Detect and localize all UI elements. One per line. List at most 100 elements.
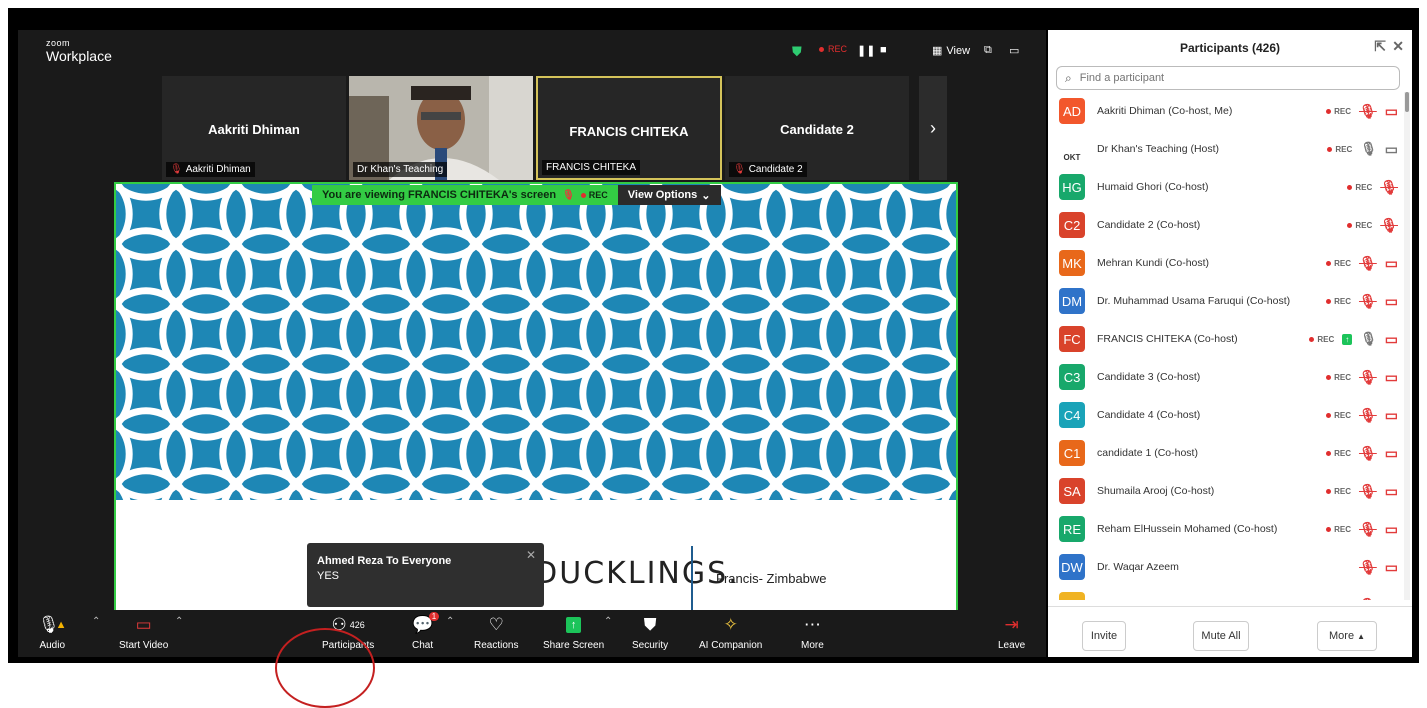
more-button[interactable]: ⋯ More bbox=[801, 614, 824, 651]
mic-muted-icon[interactable]: 🎙 bbox=[1359, 255, 1377, 272]
participant-row[interactable]: AD Aakriti Dhiman (Co-host, Me) REC 🎙 ▭ bbox=[1048, 92, 1404, 130]
participant-row[interactable]: DM Dr. Muhammad Usama Faruqui (Co-host) RE… bbox=[1048, 282, 1404, 320]
mute-all-button[interactable]: Mute All bbox=[1193, 621, 1249, 651]
avatar: SA bbox=[1059, 478, 1085, 504]
ai-companion-button[interactable]: ✧ AI Companion bbox=[699, 614, 762, 651]
participant-row[interactable]: RE Reham ElHussein Mohamed (Co-host) REC 🎙 ▭ bbox=[1048, 510, 1404, 548]
participant-row[interactable]: SA Shumaila Arooj (Co-host) REC 🎙 ▭ bbox=[1048, 472, 1404, 510]
participant-row[interactable]: C2 Candidate 2 (Co-host) REC 🎙 bbox=[1048, 206, 1404, 244]
next-page-chevron-icon[interactable]: › bbox=[919, 76, 947, 180]
mic-muted-icon[interactable]: 🎙 bbox=[1359, 369, 1377, 386]
search-icon: ⌕ bbox=[1065, 70, 1072, 85]
avatar: DM bbox=[1059, 288, 1085, 314]
reactions-button[interactable]: ♡ Reactions bbox=[474, 614, 518, 651]
chat-sender: Ahmed Reza To Everyone bbox=[317, 555, 452, 567]
slide-subtitle: Francis- Zimbabwe bbox=[716, 571, 827, 586]
participant-name: Dr. Waqar Azeem bbox=[1097, 561, 1179, 573]
meeting-toolbar: 🎙 ▲ Audio ⌃ ▭ Start Video ⌃ ⚇ 426 Participant… bbox=[18, 610, 1046, 657]
mic-muted-icon[interactable]: 🎙 bbox=[1359, 103, 1377, 120]
mic-icon[interactable]: 🎙 bbox=[1360, 331, 1377, 347]
camera-icon[interactable]: ▭ bbox=[1385, 141, 1398, 158]
camera-off-icon[interactable]: ▭ bbox=[1385, 407, 1398, 424]
mic-muted-icon[interactable]: 🎙 bbox=[1380, 217, 1398, 234]
video-thumbnail-dr-khan[interactable]: Dr Khan's Teaching bbox=[349, 76, 533, 180]
recording-indicator: REC bbox=[1326, 259, 1351, 268]
camera-off-icon[interactable]: ▭ bbox=[1385, 293, 1398, 310]
start-video-button[interactable]: ▭ Start Video bbox=[119, 614, 168, 651]
mic-muted-icon[interactable]: 🎙 bbox=[1359, 293, 1377, 310]
mic-muted-icon[interactable]: 🎙 bbox=[1359, 521, 1377, 538]
stop-recording-icon[interactable]: ■ bbox=[880, 44, 887, 56]
camera-off-icon[interactable]: ▭ bbox=[1385, 559, 1398, 576]
share-screen-button[interactable]: ↑ Share Screen bbox=[543, 614, 604, 651]
thumbnail-name-tag: 🎙 Candidate 2 bbox=[729, 162, 807, 177]
mic-muted-icon[interactable]: 🎙 bbox=[1359, 445, 1377, 462]
thumbnail-name-tag: FRANCIS CHITEKA bbox=[542, 160, 641, 175]
avatar: LH bbox=[1059, 592, 1085, 600]
participant-name: Shumaila Arooj (Co-host) bbox=[1097, 485, 1215, 497]
camera-off-icon[interactable]: ▭ bbox=[1385, 445, 1398, 462]
chat-options-caret[interactable]: ⌃ bbox=[446, 616, 454, 627]
participant-row[interactable]: HG Humaid Ghori (Co-host) REC 🎙 bbox=[1048, 168, 1404, 206]
chevron-down-icon: ⌄ bbox=[701, 189, 711, 202]
participant-row[interactable]: LHLorian Heinrich🎙▭ bbox=[1048, 586, 1404, 600]
camera-off-icon[interactable]: ▭ bbox=[1385, 255, 1398, 272]
mic-muted-icon: 🎙 bbox=[562, 189, 575, 201]
search-input[interactable] bbox=[1079, 72, 1370, 84]
participants-title: Participants (426) bbox=[1179, 41, 1281, 55]
camera-off-icon[interactable]: ▭ bbox=[1385, 103, 1398, 120]
participant-search[interactable]: ⌕ bbox=[1056, 66, 1400, 90]
close-icon[interactable]: ✕ bbox=[526, 548, 536, 562]
view-options-button[interactable]: View Options ⌄ bbox=[617, 185, 721, 205]
video-thumbnail-aakriti[interactable]: Aakriti Dhiman 🎙 Aakriti Dhiman bbox=[162, 76, 346, 180]
camera-off-icon[interactable]: ▭ bbox=[1385, 483, 1398, 500]
mic-muted-icon[interactable]: 🎙 bbox=[1359, 597, 1377, 601]
audio-button[interactable]: 🎙 ▲ Audio bbox=[38, 614, 66, 651]
chat-badge: 1 bbox=[428, 612, 440, 621]
leave-button[interactable]: ⇥ Leave bbox=[998, 614, 1025, 651]
participant-name: Aakriti Dhiman (Co-host, Me) bbox=[1097, 105, 1233, 117]
camera-off-icon[interactable]: ▭ bbox=[1385, 521, 1398, 538]
zoom-logo: zoom bbox=[46, 38, 71, 48]
participant-row[interactable]: DW Dr. Waqar Azeem 🎙 ▭ bbox=[1048, 548, 1404, 586]
video-thumbnail-candidate-2[interactable]: Candidate 2 🎙 Candidate 2 bbox=[725, 76, 909, 180]
pause-recording-icon[interactable]: ❚❚ bbox=[857, 44, 875, 57]
participant-row[interactable]: MK Mehran Kundi (Co-host) REC 🎙 ▭ bbox=[1048, 244, 1404, 282]
avatar: C1 bbox=[1059, 440, 1085, 466]
mic-muted-icon[interactable]: 🎙 bbox=[1380, 179, 1398, 196]
fullscreen-icon[interactable]: ▭ bbox=[1009, 44, 1019, 57]
share-options-caret[interactable]: ⌃ bbox=[604, 616, 612, 627]
audio-options-caret[interactable]: ⌃ bbox=[92, 616, 100, 627]
video-thumbnail-francis[interactable]: FRANCIS CHITEKA FRANCIS CHITEKA bbox=[536, 76, 722, 180]
view-button[interactable]: ▦ View bbox=[932, 44, 970, 58]
participant-status: REC 🎙 ▭ bbox=[1326, 445, 1398, 462]
security-button[interactable]: ⛊ Security bbox=[632, 614, 668, 651]
mic-muted-icon[interactable]: 🎙 bbox=[1359, 559, 1377, 576]
participant-name: Dr. Muhammad Usama Faruqui (Co-host) bbox=[1097, 295, 1291, 307]
recording-indicator: REC bbox=[1326, 297, 1351, 306]
participant-name: Candidate 4 (Co-host) bbox=[1097, 409, 1201, 421]
chat-notification[interactable]: Ahmed Reza To Everyone YES ✕ bbox=[307, 543, 544, 607]
participant-row[interactable]: FC FRANCIS CHITEKA (Co-host) REC ↑ 🎙 ▭ bbox=[1048, 320, 1404, 358]
mic-muted-icon[interactable]: 🎙 bbox=[1359, 407, 1377, 424]
participant-name: candidate 1 (Co-host) bbox=[1097, 447, 1198, 459]
camera-off-icon[interactable]: ▭ bbox=[1385, 597, 1398, 601]
camera-off-icon[interactable]: ▭ bbox=[1385, 369, 1398, 386]
close-icon[interactable]: ✕ bbox=[1392, 38, 1404, 55]
video-options-caret[interactable]: ⌃ bbox=[175, 616, 183, 627]
camera-off-icon[interactable]: ▭ bbox=[1385, 331, 1398, 348]
invite-button[interactable]: Invite bbox=[1082, 621, 1126, 651]
chat-button[interactable]: 💬 1 Chat bbox=[412, 612, 440, 651]
minimize-video-icon[interactable]: ⧉ bbox=[984, 44, 992, 57]
encryption-shield-icon[interactable]: ⛊ bbox=[792, 44, 802, 60]
caret-up-icon: ▲ bbox=[1357, 631, 1365, 641]
mic-muted-icon[interactable]: 🎙 bbox=[1359, 483, 1377, 500]
participant-row[interactable]: C3 Candidate 3 (Co-host) REC 🎙 ▭ bbox=[1048, 358, 1404, 396]
mic-icon[interactable]: 🎙 bbox=[1360, 141, 1377, 157]
participant-row[interactable]: OKT Dr Khan's Teaching (Host) REC 🎙 ▭ bbox=[1048, 130, 1404, 168]
participant-list-scrollbar[interactable] bbox=[1404, 92, 1410, 600]
pop-out-icon[interactable]: ⇱ bbox=[1374, 38, 1386, 55]
participant-row[interactable]: C4 Candidate 4 (Co-host) REC 🎙 ▭ bbox=[1048, 396, 1404, 434]
participant-row[interactable]: C1 candidate 1 (Co-host) REC 🎙 ▭ bbox=[1048, 434, 1404, 472]
more-options-button[interactable]: More ▲ bbox=[1317, 621, 1377, 651]
